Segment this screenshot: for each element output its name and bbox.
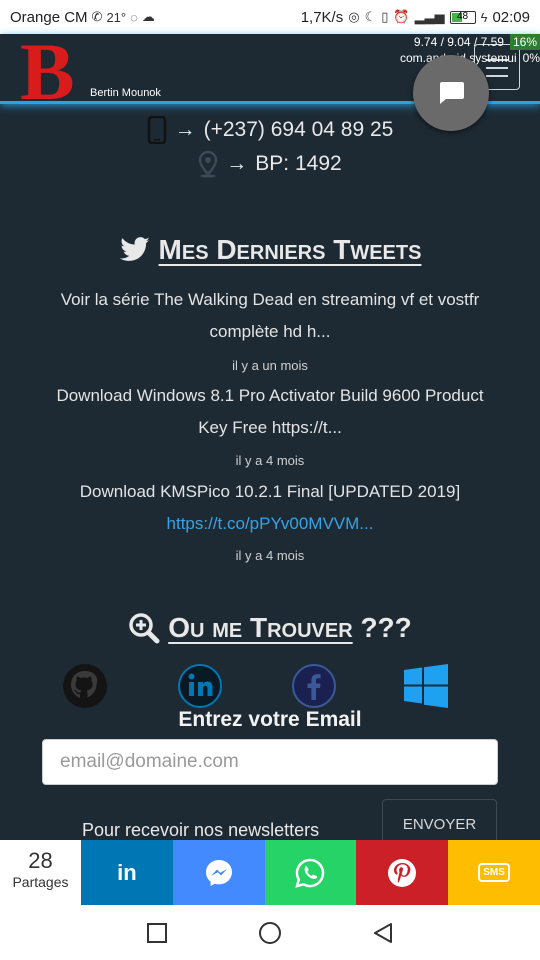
network-speed: 1,7K/s	[300, 8, 344, 26]
charging-icon: ϟ	[480, 9, 488, 25]
share-pinterest-button[interactable]	[356, 840, 449, 905]
share-sms-button[interactable]: SMS	[448, 840, 540, 905]
pinterest-icon	[388, 858, 417, 887]
vibrate-icon: ▯	[381, 9, 389, 24]
find-section-title: Ou me Trouver ???	[0, 612, 540, 644]
temperature-text: 21°	[106, 9, 127, 25]
clock: 02:09	[492, 8, 530, 26]
address-text: BP: 1492	[255, 152, 342, 175]
whatsapp-icon	[295, 858, 325, 888]
system-nav-bar	[0, 905, 540, 960]
phone-number[interactable]: (+237) 694 04 89 25	[204, 118, 394, 142]
sync-icon: ◌	[130, 9, 138, 25]
hotspot-icon: ◎	[348, 9, 360, 24]
zoom-search-icon	[129, 613, 160, 644]
location-pin-icon	[199, 150, 218, 178]
tweet-time: il y a 4 mois	[235, 453, 305, 468]
share-count: 28 Partages	[0, 840, 81, 905]
tweet-link[interactable]: https://t.co/pPYv00MVVM...	[30, 508, 510, 540]
tweet-time: il y a un mois	[232, 358, 308, 373]
back-icon[interactable]	[372, 922, 394, 944]
alarm-icon: ⏰	[393, 9, 410, 24]
linkedin-icon: in	[117, 859, 137, 885]
call-icon: ✆	[91, 9, 103, 24]
signal-icon: ▂▃▅	[414, 9, 445, 24]
cloud-icon: ☁	[141, 9, 155, 24]
github-icon[interactable]	[63, 664, 107, 708]
address-line: → BP: 1492	[0, 150, 540, 178]
windows-icon[interactable]	[404, 664, 448, 708]
messenger-icon	[205, 859, 232, 886]
site-name[interactable]: Bertin Mounok	[90, 87, 161, 99]
tweet-time: il y a 4 mois	[235, 548, 305, 563]
site-logo[interactable]: B	[20, 31, 75, 113]
tweet-item[interactable]: Download Windows 8.1 Pro Activator Build…	[30, 380, 510, 444]
phone-icon	[147, 116, 166, 144]
share-linkedin-button[interactable]: in	[81, 840, 173, 905]
linkedin-icon[interactable]	[178, 664, 222, 708]
home-icon[interactable]	[258, 921, 282, 945]
sms-icon: SMS	[478, 863, 510, 882]
share-messenger-button[interactable]	[172, 840, 265, 905]
share-whatsapp-button[interactable]	[264, 840, 357, 905]
chat-icon	[440, 82, 464, 104]
status-bar: Orange CM ✆ 21° ◌ ☁ 1,7K/s ◎ ☾ ▯ ⏰ ▂▃▅ 4…	[0, 0, 540, 34]
tweet-item[interactable]: Voir la série The Walking Dead en stream…	[30, 284, 510, 348]
moon-icon: ☾	[364, 9, 377, 24]
tweets-section-title: Mes Derniers Tweets	[0, 234, 540, 266]
tweet-item[interactable]: Download KMSPico 10.2.1 Final [UPDATED 2…	[30, 476, 510, 540]
twitter-icon	[119, 237, 150, 261]
share-bar: 28 Partages in SMS	[0, 840, 540, 905]
email-input[interactable]	[42, 739, 498, 785]
facebook-icon[interactable]	[292, 664, 336, 708]
battery-icon: 48	[449, 10, 476, 24]
email-label: Entrez votre Email	[178, 708, 362, 731]
newsletter-text: Pour recevoir nos newsletters	[82, 820, 320, 840]
carrier-name: Orange CM	[10, 8, 88, 26]
phone-line: → (+237) 694 04 89 25	[0, 116, 540, 144]
recent-apps-icon[interactable]	[146, 922, 168, 944]
